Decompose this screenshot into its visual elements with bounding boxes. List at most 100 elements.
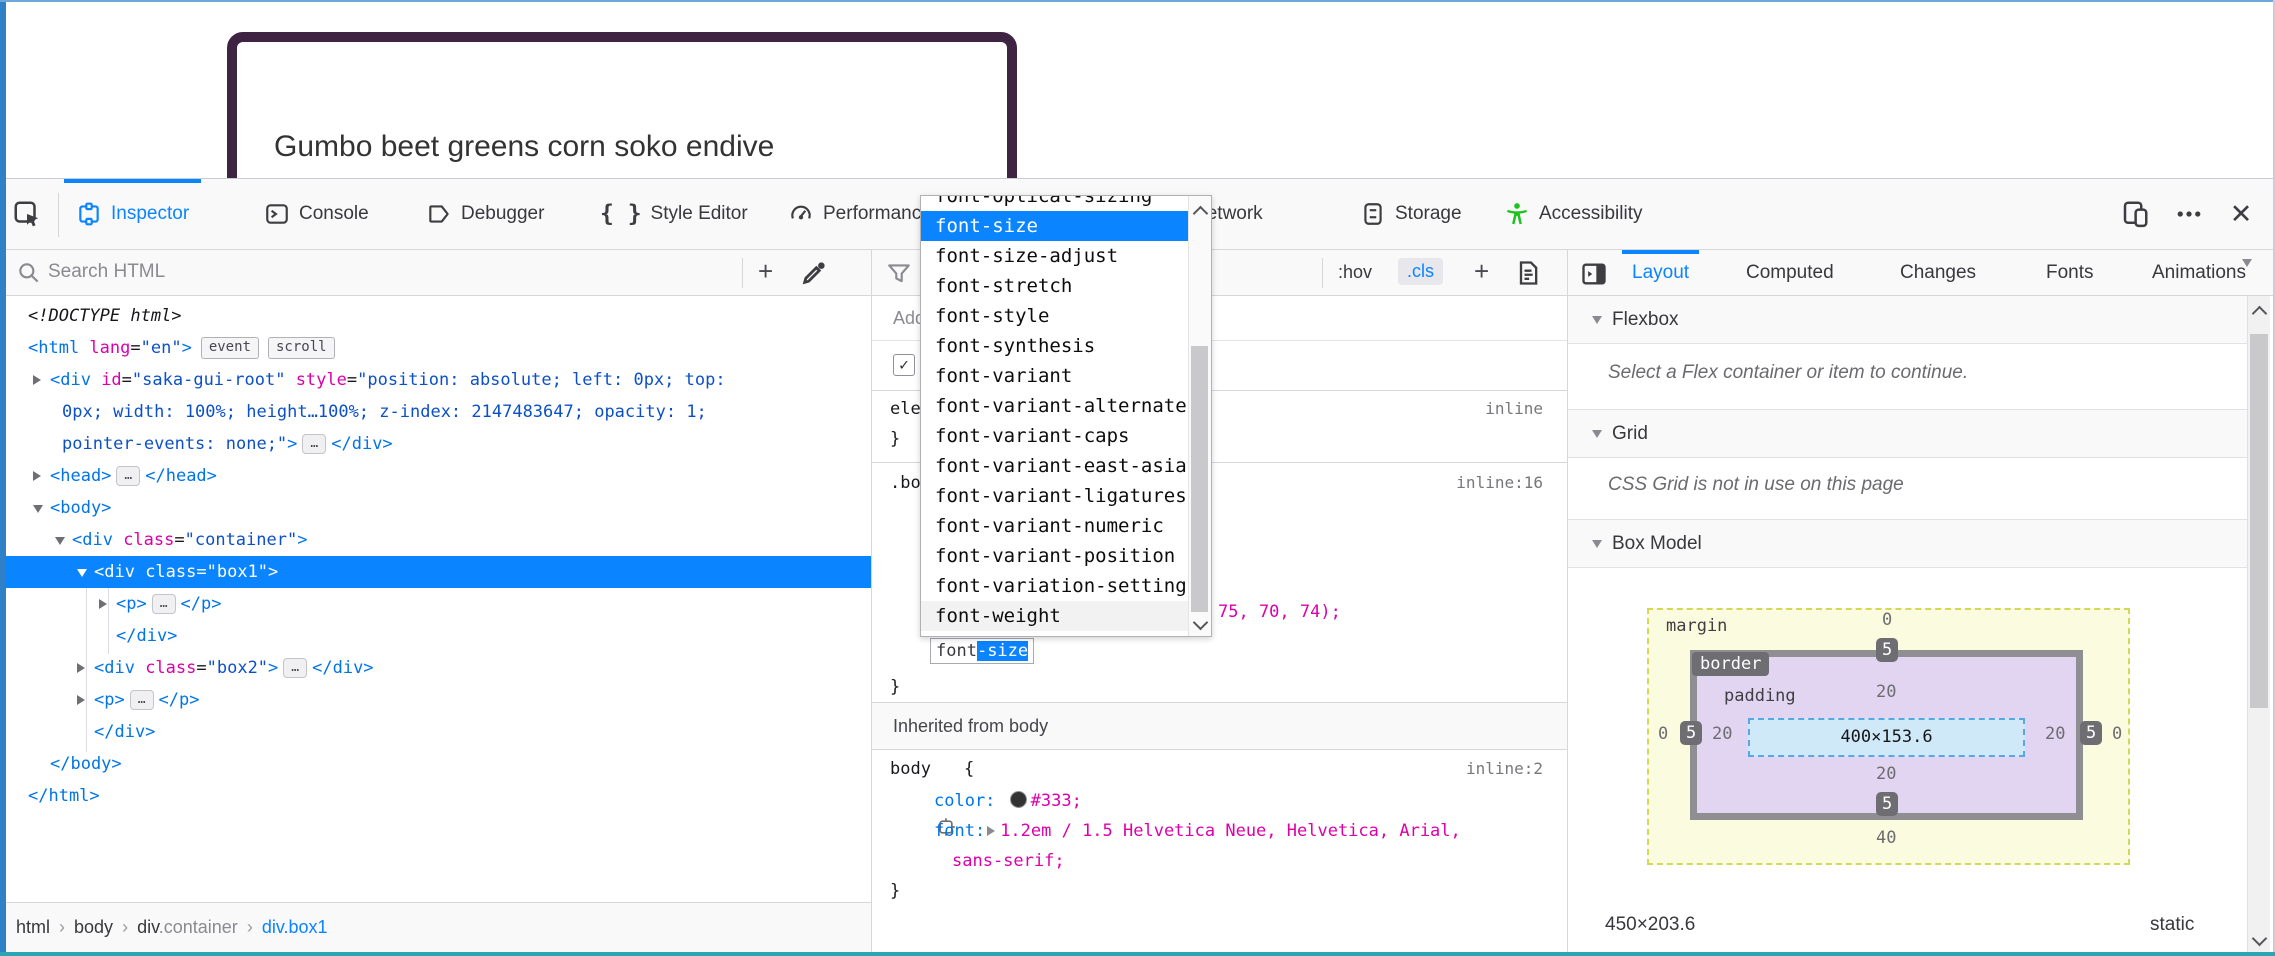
inline-expander-icon[interactable]: … <box>283 658 307 678</box>
padding-bottom-value[interactable]: 20 <box>1876 764 1896 784</box>
autocomplete-item[interactable]: font-variant-ligatures <box>921 481 1189 511</box>
autocomplete-item[interactable]: font-size <box>921 211 1189 241</box>
class-panel-button[interactable]: .cls <box>1398 258 1443 285</box>
markup-row[interactable]: 0px; width: 100%; height…100%; z-index: … <box>0 396 871 428</box>
border-top-value[interactable]: 5 <box>1876 638 1898 662</box>
breadcrumb-item-box1[interactable]: div.box1 <box>262 917 328 938</box>
markup-row[interactable]: </html> <box>0 780 871 812</box>
inline-expander-icon[interactable]: … <box>130 690 154 710</box>
box-model-content-box[interactable]: 400×153.6 <box>1748 718 2025 757</box>
flexbox-section-header[interactable]: Flexbox <box>1568 296 2248 344</box>
responsive-design-mode-button[interactable] <box>2116 195 2154 233</box>
markup-row[interactable]: </div> <box>0 620 871 652</box>
scroll-up-icon[interactable] <box>2252 306 2268 322</box>
tab-performance[interactable]: Performance <box>776 179 944 249</box>
inline-expander-icon[interactable]: … <box>116 466 140 486</box>
expand-value-icon[interactable] <box>987 826 995 836</box>
markup-row[interactable]: <body> <box>0 492 871 524</box>
markup-row[interactable]: </body> <box>0 748 871 780</box>
autocomplete-item[interactable]: font-variant-alternates <box>921 391 1189 421</box>
expand-icon[interactable] <box>33 375 41 385</box>
tab-animations[interactable]: Animations <box>2142 250 2256 295</box>
autocomplete-item[interactable]: font-stretch <box>921 271 1189 301</box>
scroll-down-icon[interactable] <box>2252 931 2268 947</box>
rule-selector[interactable]: body <box>890 754 931 784</box>
margin-left-value[interactable]: 0 <box>1658 724 1668 744</box>
pseudo-class-panel-button[interactable]: :hov <box>1338 262 1372 283</box>
autocomplete-item[interactable]: font-variant-caps <box>921 421 1189 451</box>
expand-icon[interactable] <box>33 471 41 481</box>
tab-layout[interactable]: Layout <box>1622 250 1699 295</box>
badge-scroll[interactable]: scroll <box>268 337 335 359</box>
padding-right-value[interactable]: 20 <box>2045 724 2065 744</box>
autocomplete-item[interactable]: font-synthesis <box>921 331 1189 361</box>
markup-row[interactable]: <p>…</p> <box>0 588 871 620</box>
eyedropper-button[interactable] <box>800 259 828 287</box>
tab-inspector[interactable]: Inspector <box>64 179 201 249</box>
breadcrumb-item-body[interactable]: body <box>74 917 113 938</box>
autocomplete-item[interactable]: font-variant-position <box>921 541 1189 571</box>
autocomplete-item[interactable]: font-variant-numeric <box>921 511 1189 541</box>
autocomplete-scrollbar[interactable] <box>1188 196 1211 636</box>
autocomplete-item[interactable]: font-optical-sizing <box>921 195 1189 211</box>
autocomplete-item[interactable]: font-style <box>921 301 1189 331</box>
panel-splitter[interactable] <box>871 250 872 956</box>
box-model-section-header[interactable]: Box Model <box>1568 520 2248 568</box>
collapse-icon[interactable] <box>55 537 65 545</box>
padding-left-value[interactable]: 20 <box>1712 724 1732 744</box>
tab-accessibility[interactable]: Accessibility <box>1492 179 1654 249</box>
expand-icon[interactable] <box>77 695 85 705</box>
create-node-button[interactable]: + <box>758 256 773 287</box>
collapse-icon[interactable] <box>33 505 43 513</box>
expand-icon[interactable] <box>77 663 85 673</box>
autocomplete-item[interactable]: font-variant <box>921 361 1189 391</box>
tab-storage[interactable]: Storage <box>1348 179 1474 249</box>
print-simulation-icon[interactable] <box>1514 259 1542 287</box>
padding-top-value[interactable]: 20 <box>1876 682 1896 702</box>
tab-debugger[interactable]: Debugger <box>414 179 556 249</box>
badge-event[interactable]: event <box>201 337 259 359</box>
tab-changes[interactable]: Changes <box>1890 250 1986 295</box>
border-bottom-value[interactable]: 5 <box>1876 792 1898 816</box>
add-rule-button[interactable]: + <box>1474 256 1489 287</box>
markup-row[interactable]: <div class="container"> <box>0 524 871 556</box>
markup-row[interactable]: pointer-events: none;">…</div> <box>0 428 871 460</box>
markup-row[interactable]: <!DOCTYPE html> <box>0 300 871 332</box>
rule-source-link[interactable]: inline <box>1485 394 1543 424</box>
autocomplete-item[interactable]: font-weight <box>921 601 1189 631</box>
markup-row[interactable]: <html lang="en">eventscroll <box>0 332 871 364</box>
inline-expander-icon[interactable]: … <box>152 594 176 614</box>
tab-console[interactable]: Console <box>252 179 381 249</box>
inline-expander-icon[interactable]: … <box>302 434 326 454</box>
margin-bottom-value[interactable]: 40 <box>1876 828 1896 848</box>
color-swatch[interactable] <box>1010 791 1027 808</box>
markup-row[interactable]: <div class="box2">…</div> <box>0 652 871 684</box>
markup-row[interactable]: <div id="saka-gui-root" style="position:… <box>0 364 871 396</box>
autocomplete-item[interactable]: font-variant-east-asian <box>921 451 1189 481</box>
class-checkbox[interactable]: ✓ <box>893 354 915 376</box>
css-declaration[interactable]: font:1.2em / 1.5 Helvetica Neue, Helveti… <box>934 816 1461 846</box>
collapse-icon[interactable] <box>77 569 87 577</box>
tab-fonts[interactable]: Fonts <box>2036 250 2104 295</box>
breadcrumb-item-container[interactable]: div.container <box>137 917 238 938</box>
border-left-value[interactable]: 5 <box>1680 721 1702 745</box>
expand-icon[interactable] <box>99 599 107 609</box>
scrollbar-thumb[interactable] <box>2250 334 2268 708</box>
markup-row[interactable]: <p>…</p> <box>0 684 871 716</box>
pick-element-button[interactable] <box>8 195 46 233</box>
autocomplete-item[interactable]: font-variation-settings <box>921 571 1189 601</box>
close-devtools-button[interactable]: ✕ <box>2222 195 2260 233</box>
scroll-down-icon[interactable] <box>1193 615 1209 631</box>
markup-row[interactable]: <div class="box1"> <box>0 556 871 588</box>
grid-section-header[interactable]: Grid <box>1568 410 2248 458</box>
markup-row[interactable]: <head>…</head> <box>0 460 871 492</box>
sidebar-toggle-button[interactable] <box>1580 260 1608 288</box>
breadcrumb-item-html[interactable]: html <box>16 917 50 938</box>
rule-source-link[interactable]: inline:16 <box>1456 468 1543 498</box>
search-html-input[interactable]: Search HTML <box>48 261 165 283</box>
markup-row[interactable]: </div> <box>0 716 871 748</box>
css-declaration[interactable]: color: #333; <box>934 786 1082 816</box>
devtools-menu-button[interactable] <box>2170 195 2208 233</box>
tab-computed[interactable]: Computed <box>1736 250 1844 295</box>
sidebar-scrollbar[interactable] <box>2247 296 2270 952</box>
